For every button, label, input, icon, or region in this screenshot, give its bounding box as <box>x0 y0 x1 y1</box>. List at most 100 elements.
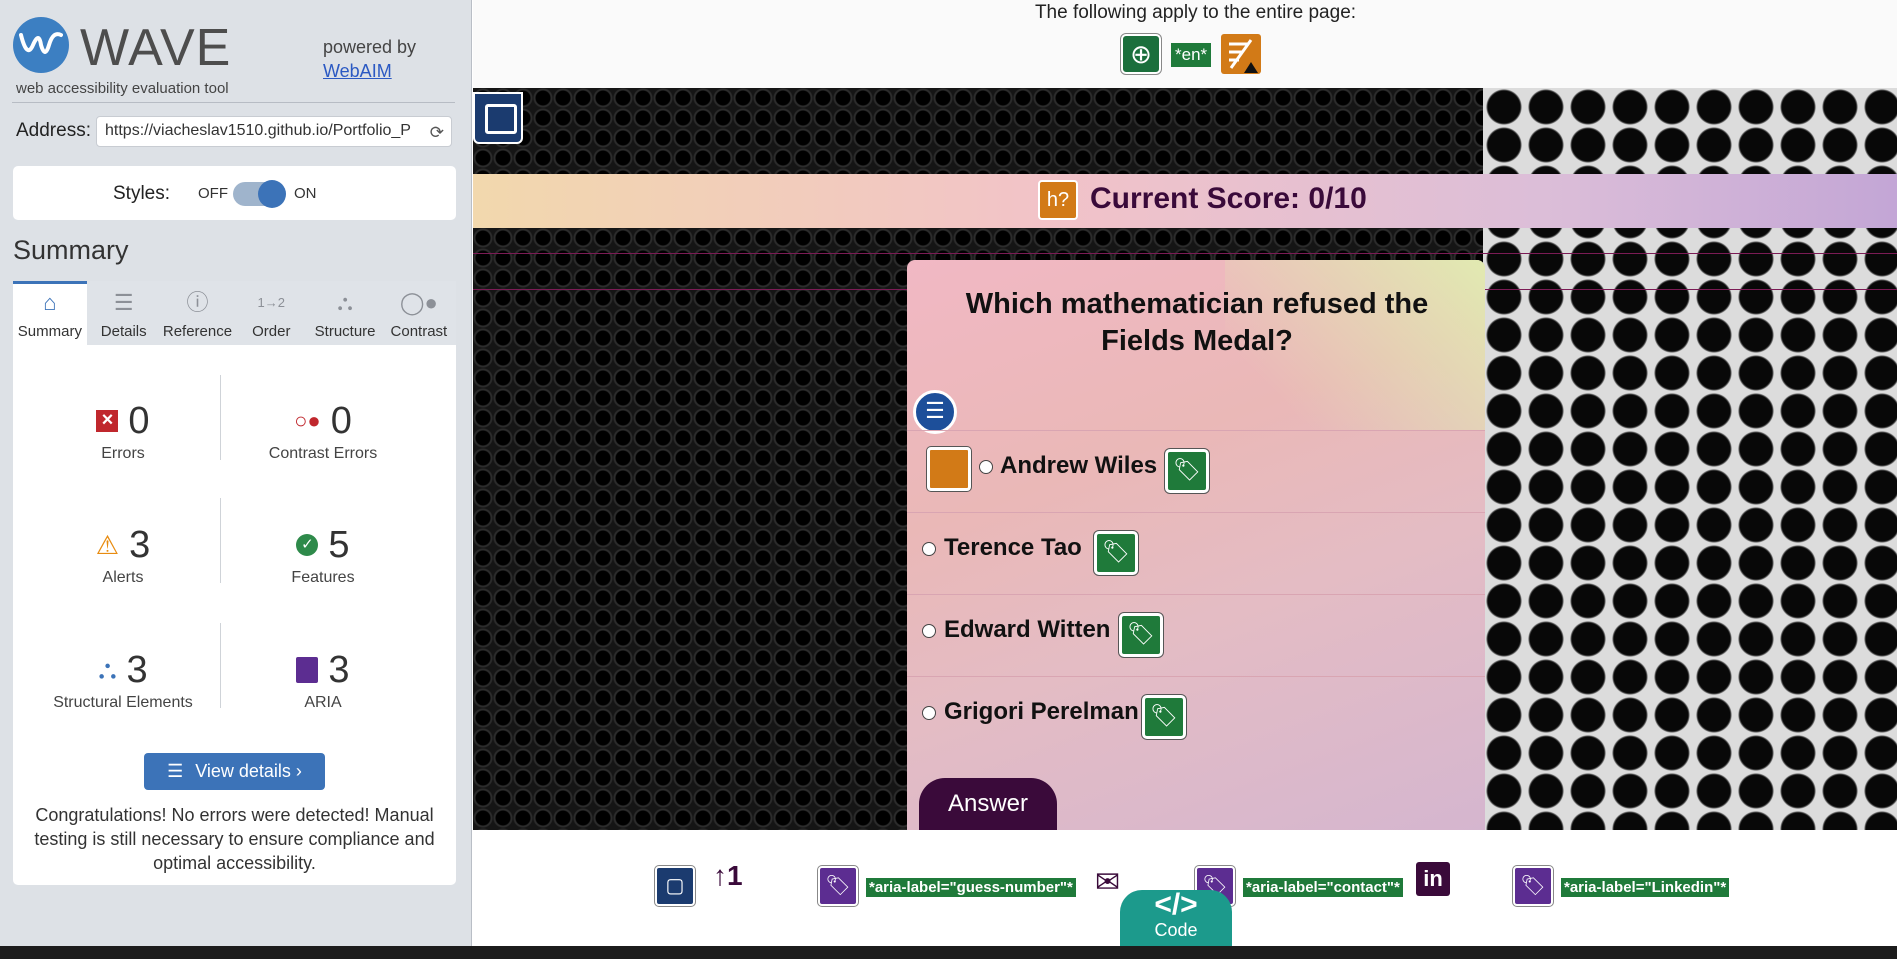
structure-icon: ⛬ <box>337 290 353 315</box>
linkedin-icon[interactable]: in <box>1416 862 1450 896</box>
radio-button[interactable] <box>922 706 936 720</box>
tab-reference[interactable]: ⓘ Reference <box>161 281 235 345</box>
tabindex-icon[interactable]: ↑1 <box>713 860 743 892</box>
styles-toggle[interactable] <box>233 180 286 208</box>
tab-contrast[interactable]: ◯● Contrast <box>382 281 456 345</box>
os-taskbar <box>0 946 1897 959</box>
webaim-link[interactable]: WebAIM <box>323 59 416 83</box>
mail-icon[interactable]: ✉ <box>1095 865 1120 900</box>
wave-logo-text: WAVE <box>80 19 232 77</box>
styles-on-label: ON <box>294 185 317 202</box>
wave-tabs: ⌂ Summary ☰ Details ⓘ Reference 1→2 Orde… <box>13 281 456 345</box>
address-label: Address: <box>16 120 91 141</box>
feature-check-icon: ✓ <box>296 534 319 556</box>
list-icon[interactable]: ☰ <box>913 390 957 434</box>
list-icon: ☰ <box>113 290 134 315</box>
structural-count: 3 <box>126 648 148 691</box>
errors-label: Errors <box>101 445 145 462</box>
divider <box>12 102 455 103</box>
alert-icon: ⚠ <box>95 529 120 560</box>
toggle-knob <box>258 180 286 208</box>
view-details-label: View details › <box>195 761 302 781</box>
current-score: Current Score: 0/10 <box>1090 182 1367 215</box>
language-badge[interactable]: *en* <box>1171 43 1212 67</box>
structural-stat[interactable]: ⛬ 3 Structural Elements <box>23 648 223 712</box>
summary-heading: Summary <box>13 235 129 265</box>
wave-tagline: web accessibility evaluation tool <box>16 80 229 97</box>
option-label: Terence Tao <box>944 534 1082 561</box>
option-label: Edward Witten <box>944 616 1111 643</box>
aria-icon <box>296 657 319 683</box>
label-tag-icon[interactable]: 🏷 <box>1094 531 1138 575</box>
congrats-message: Congratulations! No errors were detected… <box>34 805 435 873</box>
aria-label-icon[interactable]: 🏷 <box>818 866 858 906</box>
summary-panel: × 0 Errors ○● 0 Contrast Errors ⚠ 3 Alerts … <box>13 345 456 885</box>
features-stat[interactable]: ✓ 5 Features <box>223 523 423 587</box>
aria-label-badge[interactable]: *aria-label="contact"* <box>1243 878 1403 897</box>
answer-option[interactable]: Edward Witten 🏷 <box>907 594 1485 676</box>
features-label: Features <box>291 569 355 586</box>
noscript-alert-icon[interactable] <box>1221 34 1262 74</box>
features-count: 5 <box>328 523 350 566</box>
aria-label-badge[interactable]: *aria-label="Linkedin"* <box>1561 878 1730 897</box>
answer-button[interactable]: Answer <box>919 778 1057 830</box>
address-value: https://viacheslav1510.github.io/Portfol… <box>105 122 411 139</box>
radio-button[interactable] <box>922 624 936 638</box>
alerts-label: Alerts <box>102 569 144 586</box>
address-input[interactable]: https://viacheslav1510.github.io/Portfol… <box>96 116 452 147</box>
code-icon: </> <box>1154 888 1198 921</box>
reload-icon[interactable]: ⟳ <box>430 123 444 143</box>
powered-by-text: powered by <box>323 37 417 57</box>
globe-icon[interactable]: ⊕ <box>1121 34 1161 74</box>
label-tag-icon[interactable]: 🏷 <box>1165 449 1209 493</box>
contrast-icon: ◯● <box>399 290 438 315</box>
question-text: Which mathematician refused the Fields M… <box>965 288 1429 357</box>
page-note: The following apply to the entire page: <box>1034 2 1357 23</box>
contrast-count: 0 <box>330 399 352 442</box>
code-toggle-button[interactable]: </> Code <box>1120 890 1232 946</box>
tab-label: Details <box>100 323 147 340</box>
contrast-stat[interactable]: ○● 0 Contrast Errors <box>223 399 423 463</box>
tab-summary[interactable]: ⌂ Summary <box>13 281 87 345</box>
header-region-icon[interactable] <box>473 92 523 144</box>
option-label: Andrew Wiles <box>1000 452 1158 479</box>
page-icons: ⊕ *en* <box>1121 34 1262 74</box>
structural-label: Structural Elements <box>53 694 193 711</box>
radio-button[interactable] <box>979 460 993 474</box>
powered-by: powered by WebAIM <box>323 35 416 83</box>
page-preview: h? Current Score: 0/10 Which mathematici… <box>473 88 1897 830</box>
tab-order[interactable]: 1→2 Order <box>234 281 308 345</box>
aria-label: ARIA <box>304 694 342 711</box>
order-icon: 1→2 <box>257 295 286 310</box>
errors-stat[interactable]: × 0 Errors <box>23 399 223 463</box>
alerts-stat[interactable]: ⚠ 3 Alerts <box>23 523 223 587</box>
list-icon: ☰ <box>167 761 184 781</box>
tab-label: Contrast <box>390 323 448 340</box>
contrast-label: Contrast Errors <box>268 445 378 462</box>
label-tag-icon[interactable]: 🏷 <box>1142 695 1186 739</box>
possible-heading-icon[interactable]: h? <box>1038 180 1078 220</box>
contrast-error-icon: ○● <box>294 408 321 433</box>
tab-structure[interactable]: ⛬ Structure <box>308 281 382 345</box>
home-icon: ⌂ <box>43 290 57 315</box>
aria-count: 3 <box>328 648 350 691</box>
wave-sidebar: WAVE web accessibility evaluation tool p… <box>0 0 472 946</box>
aria-label-badge[interactable]: *aria-label="guess-number"* <box>866 878 1076 897</box>
view-details-button[interactable]: ☰ View details › <box>144 753 325 790</box>
aria-stat[interactable]: 3 ARIA <box>223 648 423 712</box>
label-tag-icon[interactable]: 🏷 <box>1119 613 1163 657</box>
fieldset-alert-icon[interactable] <box>927 447 971 491</box>
answer-option[interactable]: Grigori Perelman 🏷 <box>907 676 1485 758</box>
aria-label-icon[interactable]: 🏷 <box>1513 866 1553 906</box>
info-icon: ⓘ <box>186 290 209 315</box>
answer-option[interactable]: Andrew Wiles 🏷 <box>907 430 1485 512</box>
code-label: Code <box>1154 920 1198 940</box>
tab-label: Order <box>252 323 291 340</box>
answer-option[interactable]: Terence Tao 🏷 <box>907 512 1485 594</box>
tab-details[interactable]: ☰ Details <box>87 281 161 345</box>
radio-button[interactable] <box>922 542 936 556</box>
divider <box>473 253 1897 254</box>
page-footer: ▢ ↑1 🏷 *aria-label="guess-number"* ✉ 🏷 *… <box>473 830 1897 946</box>
page-level-bar: The following apply to the entire page: … <box>473 0 1897 88</box>
footer-region-icon[interactable]: ▢ <box>655 866 695 906</box>
